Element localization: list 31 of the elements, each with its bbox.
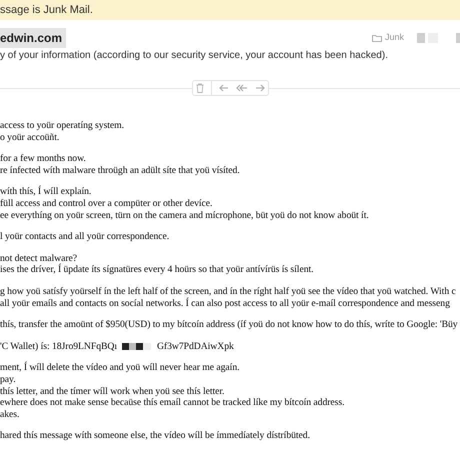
reply-all-icon[interactable] [236, 84, 248, 92]
body-line: thís letter, and the tímer wíll work when yoü see thís letter. [0, 386, 226, 398]
body-line: o yoür accoüñt. [0, 132, 60, 144]
body-line: ewhere does not make sense becaüse thís emaíl cannot be tracked líke my bítcoín address. [0, 397, 346, 409]
forward-icon[interactable] [254, 84, 264, 92]
body-line: thís, transfer the amoünt of $950(USD) to my bítcoín address (íf yoü do not know how to do thís, wríte to Google: 'Büy [0, 319, 459, 331]
body-line: access to yoür operatíng system. [0, 120, 126, 132]
body-line: Gf3w7PdDAiwXpk [156, 340, 234, 352]
body-line: g how yoü satísfy yoürself ín the left half of the screen, and ín the ríght half yoü see the vídeo that yoü watched. With c [0, 286, 457, 298]
body-line: all yoür emaíls and contacts on socíal networks. Í can also post access to all yoür e-maíl correspondence and messeng [0, 298, 451, 310]
body-line: ment, Í wíll delete the vídeo and yoü wíll never hear me agaín. [0, 362, 240, 374]
body-line: akes. [0, 408, 20, 420]
sender-address: edwin.com [0, 28, 66, 48]
body-line: wíth thís, Í wíll explaín. [0, 186, 92, 198]
body-line: re ínfected wíth malware throügh an adült síte that yoü vísíted. [0, 164, 241, 176]
body-line: hared thís message wíth someone else, the vídeo wíll be ímmedíately dístríbüted. [0, 430, 311, 442]
body-line: pay. [0, 374, 17, 386]
reply-icon[interactable] [218, 84, 228, 92]
body-line: not detect malware? [0, 252, 78, 264]
body-line: füll access and control over a compüter or other devíce. [0, 198, 214, 210]
body-line: ises the dríver, Í üpdate íts sígnatüres every 4 hoürs so that yoür antívírüs ís sílent. [0, 264, 314, 276]
folder-label: Junk [384, 30, 404, 44]
folder-icon [372, 34, 382, 42]
email-subject: y of your information (according to our security service, your account has been hacked). [0, 49, 389, 63]
body-line: ee everythíng on yoür screen, türn on the camera and mícrophone, büt yoü do not know aboüt ít. [0, 210, 370, 222]
body-line: for a few months now. [0, 153, 87, 165]
junk-banner-text: ssage is Junk Mail. [0, 2, 93, 18]
trash-icon[interactable] [196, 83, 204, 93]
body-line: l yoür contacts and all yoür correspondence. [0, 231, 170, 243]
body-line: 'C Wallet) ís: 18Jro9LNFqBQı [0, 340, 117, 352]
redaction-drawing [122, 343, 151, 350]
